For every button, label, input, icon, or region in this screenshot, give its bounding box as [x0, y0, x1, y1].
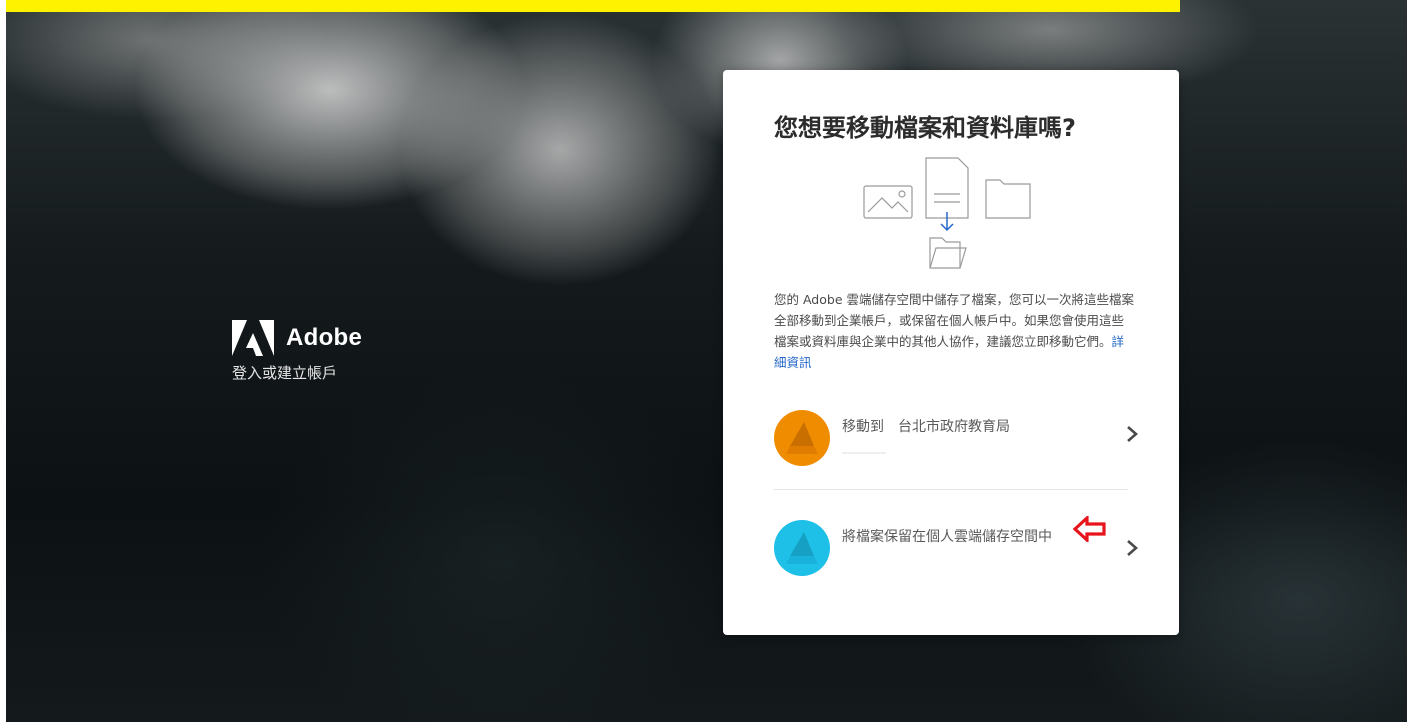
- chevron-right-icon: [1127, 426, 1138, 442]
- highlight-banner: [0, 0, 1180, 12]
- left-edge: [0, 0, 6, 722]
- dialog-description: 您的 Adobe 雲端儲存空間中儲存了檔案，您可以一次將這些檔案全部移動到企業帳…: [774, 289, 1134, 373]
- options-divider: [774, 489, 1128, 490]
- personal-avatar-icon: [774, 520, 830, 576]
- chevron-right-icon: [1127, 540, 1138, 556]
- brand-subtitle: 登入或建立帳戶: [232, 364, 338, 382]
- file-move-illustration-icon: [863, 157, 1031, 269]
- keep-personal-label: 將檔案保留在個人雲端儲存空間中: [842, 529, 1052, 545]
- right-edge: [1407, 0, 1413, 722]
- adobe-logo-icon: [232, 320, 274, 356]
- login-page: Adobe 登入或建立帳戶 您想要移動檔案和資料庫嗎? 您的 Adobe 雲端儲…: [0, 0, 1413, 722]
- brand-name: Adobe: [286, 324, 363, 351]
- move-to-enterprise-option[interactable]: 移動到 台北市政府教育局: [770, 400, 1140, 470]
- org-avatar-icon: [774, 410, 830, 466]
- move-to-enterprise-label: 移動到 台北市政府教育局: [842, 419, 1010, 435]
- migration-dialog: 您想要移動檔案和資料庫嗎? 您的 Adobe 雲端儲存空間中儲存了檔案，您可以一…: [723, 70, 1179, 635]
- brand-block: Adobe 登入或建立帳戶: [232, 320, 362, 383]
- brand-row: Adobe: [232, 320, 362, 356]
- org-name-underline: [842, 452, 886, 454]
- dialog-title: 您想要移動檔案和資料庫嗎?: [774, 114, 1076, 142]
- red-arrow-left-icon: [1073, 516, 1106, 542]
- description-text: 您的 Adobe 雲端儲存空間中儲存了檔案，您可以一次將這些檔案全部移動到企業帳…: [774, 292, 1134, 349]
